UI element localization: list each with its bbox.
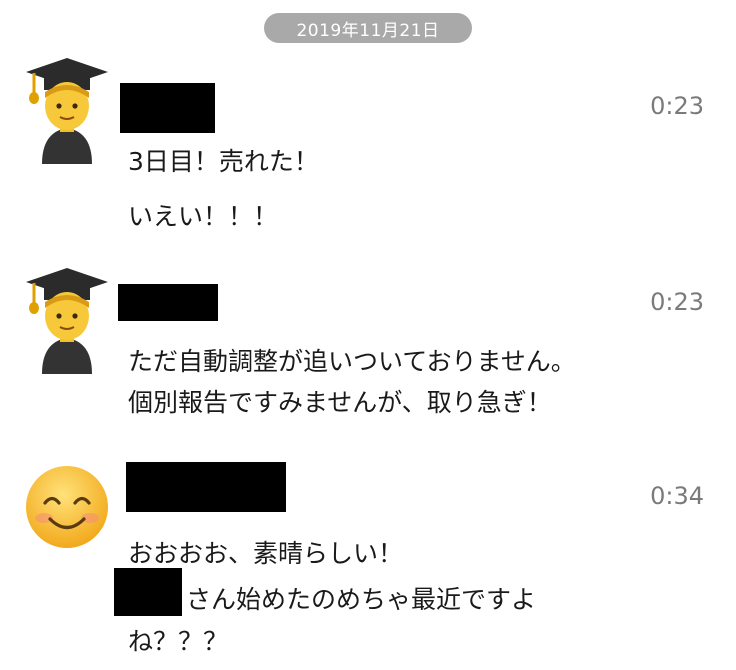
redacted-username: [126, 462, 286, 512]
message-text: いえい！！！: [128, 202, 279, 231]
message-text: おおおお、素晴らしい！: [128, 539, 404, 568]
message-text: ね？？？: [128, 627, 229, 656]
redacted-username: [118, 284, 218, 321]
message-time: 0:23: [650, 288, 704, 316]
chat-message: 0:23 ただ自動調整が追いついておりません。 個別報告ですみませんが、取り急ぎ…: [0, 262, 736, 432]
message-time: 0:23: [650, 92, 704, 120]
student-avatar-icon[interactable]: [24, 54, 110, 164]
redacted-mention: [114, 568, 182, 616]
smiling-face-avatar-icon[interactable]: [24, 464, 110, 550]
message-text: ただ自動調整が追いついておりません。: [128, 347, 576, 376]
chat-message: 0:23 3日目！売れた！ いえい！！！: [0, 52, 736, 242]
message-time: 0:34: [650, 482, 704, 510]
message-text: 3日目！売れた！: [128, 147, 319, 176]
date-separator: 2019年11月21日: [264, 13, 472, 43]
message-text: 個別報告ですみませんが、取り急ぎ！: [128, 388, 552, 417]
message-text: さん始めたのめちゃ最近ですよ: [186, 585, 537, 614]
redacted-username: [120, 83, 215, 133]
chat-message: 0:34 おおおお、素晴らしい！ さん始めたのめちゃ最近ですよ ね？？？: [0, 452, 736, 670]
student-avatar-icon[interactable]: [24, 264, 110, 374]
